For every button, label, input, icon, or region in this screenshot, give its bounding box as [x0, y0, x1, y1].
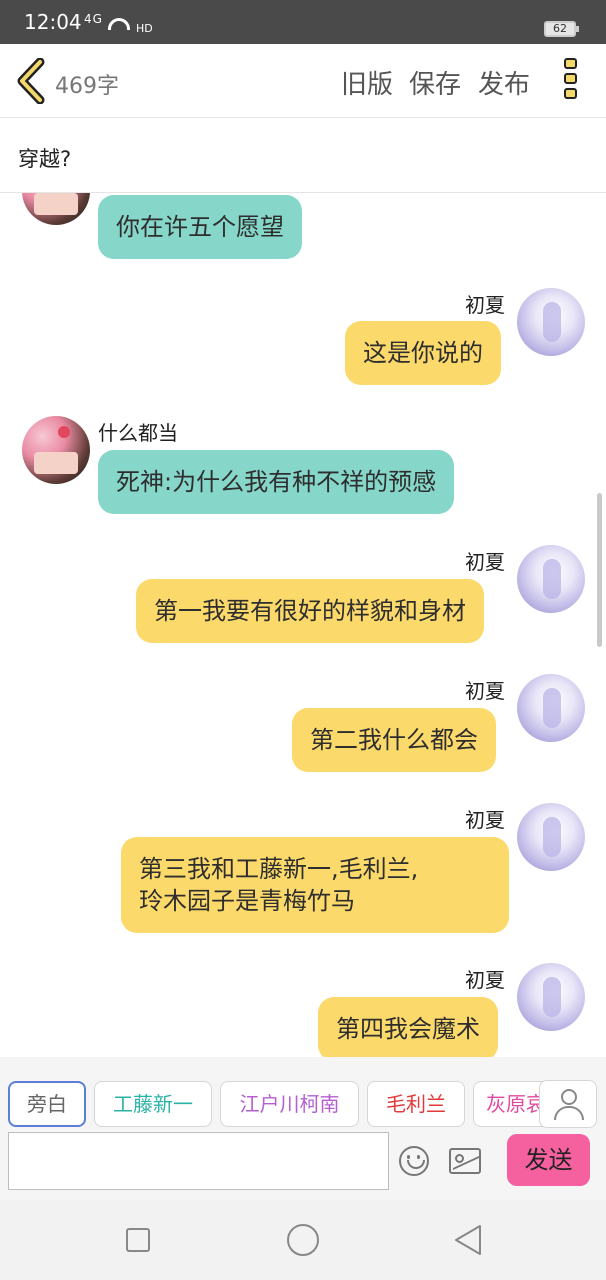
- message-bubble[interactable]: 第三我和工藤新一,毛利兰, 玲木园子是青梅竹马: [121, 837, 509, 933]
- old-version-button[interactable]: 旧版: [341, 64, 393, 101]
- message-bubble[interactable]: 这是你说的: [345, 321, 501, 385]
- message-bubble[interactable]: 死神:为什么我有种不祥的预感: [98, 450, 455, 514]
- character-label: 毛利兰: [386, 1092, 446, 1116]
- message-sender: 初夏: [465, 968, 505, 992]
- battery-icon: 62: [544, 21, 579, 37]
- character-chip[interactable]: 工藤新一: [94, 1081, 212, 1127]
- character-label: 江户川柯南: [239, 1092, 340, 1116]
- emoji-icon[interactable]: [399, 1146, 429, 1176]
- message-sender: 初夏: [465, 550, 505, 574]
- composer-panel: 旁白 工藤新一 江户川柯南 毛利兰 灰原哀 发送: [0, 1057, 606, 1200]
- top-bar: 469字 旧版 保存 发布: [0, 44, 606, 118]
- image-icon[interactable]: [449, 1148, 481, 1174]
- story-title: 穿越?: [18, 147, 72, 171]
- character-chip-narrator[interactable]: 旁白: [8, 1081, 86, 1127]
- avatar[interactable]: [517, 803, 585, 871]
- message-sender: 初夏: [465, 679, 505, 703]
- recents-square-icon[interactable]: [126, 1228, 150, 1252]
- save-button[interactable]: 保存: [409, 64, 461, 101]
- send-button[interactable]: 发送: [507, 1134, 590, 1186]
- avatar[interactable]: [517, 288, 585, 356]
- home-circle-icon[interactable]: [287, 1224, 319, 1256]
- scrollbar[interactable]: [597, 493, 602, 647]
- avatar[interactable]: [517, 674, 585, 742]
- message-bubble[interactable]: 第二我什么都会: [292, 708, 496, 772]
- message-bubble[interactable]: 第一我要有很好的样貌和身材: [136, 579, 484, 643]
- message-input[interactable]: [8, 1132, 389, 1190]
- character-manager-icon[interactable]: [539, 1080, 597, 1128]
- status-time: 12:04: [24, 10, 82, 34]
- back-triangle-icon[interactable]: [454, 1224, 482, 1256]
- message-text: 这是你说的: [363, 339, 483, 367]
- message-sender: 什么都当: [98, 421, 178, 445]
- system-nav-bar: [0, 1200, 606, 1280]
- message-text: 第一我要有很好的样貌和身材: [154, 597, 466, 625]
- message-text: 第三我和工藤新一,毛利兰,: [139, 855, 419, 883]
- message-text: 你在许五个愿望: [116, 213, 284, 241]
- status-bar: 12:04 4G HD 62: [0, 0, 606, 44]
- character-label: 灰原哀: [486, 1092, 546, 1116]
- message-sender: 初夏: [465, 808, 505, 832]
- chat-area[interactable]: 你在许五个愿望 初夏 这是你说的 什么都当 死神:为什么我有种不祥的预感 初夏 …: [0, 193, 606, 1057]
- story-title-bar[interactable]: 穿越?: [0, 119, 606, 193]
- message-text: 第四我会魔术: [336, 1015, 480, 1043]
- message-bubble[interactable]: 你在许五个愿望: [98, 195, 302, 259]
- avatar[interactable]: [22, 416, 90, 484]
- publish-button[interactable]: 发布: [478, 64, 530, 101]
- character-chip[interactable]: 江户川柯南: [220, 1081, 359, 1127]
- character-label: 旁白: [27, 1092, 67, 1116]
- message-bubble[interactable]: 第四我会魔术: [318, 997, 498, 1057]
- message-sender: 初夏: [465, 293, 505, 317]
- signal-icon: 4G: [84, 12, 103, 26]
- avatar[interactable]: [517, 963, 585, 1031]
- avatar[interactable]: [22, 193, 90, 225]
- hd-icon: HD: [136, 22, 153, 35]
- character-chip[interactable]: 毛利兰: [367, 1081, 465, 1127]
- message-text: 第二我什么都会: [310, 726, 478, 754]
- word-count: 469字: [55, 74, 119, 99]
- back-chevron-icon[interactable]: [16, 58, 46, 104]
- character-label: 工藤新一: [113, 1092, 193, 1116]
- wifi-icon: [108, 18, 130, 30]
- message-text: 玲木园子是青梅竹马: [139, 887, 355, 915]
- more-menu-icon[interactable]: [564, 58, 580, 106]
- message-text: 死神:为什么我有种不祥的预感: [116, 468, 437, 496]
- avatar[interactable]: [517, 545, 585, 613]
